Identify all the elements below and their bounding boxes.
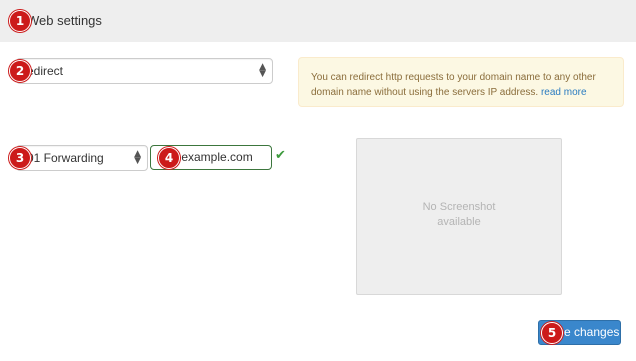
select-arrows-icon: ▲ ▼ xyxy=(259,61,266,79)
screenshot-line2: available xyxy=(437,216,481,228)
domain-input-value: .example.com xyxy=(178,150,253,164)
forwarding-type-value: 01 Forwarding xyxy=(27,151,104,165)
read-more-link[interactable]: read more xyxy=(541,87,587,98)
callout-marker: 4 xyxy=(158,147,180,169)
checkmark-icon: ✔ xyxy=(275,148,286,163)
section-header: Web settings xyxy=(0,0,636,42)
screenshot-line1: No Screenshot xyxy=(422,201,496,213)
callout-marker: 2 xyxy=(9,60,31,82)
info-alert: You can redirect http requests to your d… xyxy=(298,57,624,107)
callout-marker: 1 xyxy=(9,10,31,32)
redirect-type-value: edirect xyxy=(27,64,64,78)
page-title: Web settings xyxy=(27,13,102,28)
callout-marker: 5 xyxy=(541,322,563,344)
select-arrows-icon: ▲ ▼ xyxy=(134,148,141,166)
callout-marker: 3 xyxy=(9,147,31,169)
redirect-type-select[interactable]: edirect ▲ ▼ xyxy=(16,58,273,84)
forwarding-type-select[interactable]: 01 Forwarding ▲ ▼ xyxy=(16,145,148,171)
screenshot-placeholder: No Screenshot available xyxy=(356,138,562,295)
screenshot-placeholder-text: No Screenshot available xyxy=(357,200,561,230)
web-settings-page: Web settings 1 edirect ▲ ▼ 2 You can redi… xyxy=(0,0,636,361)
